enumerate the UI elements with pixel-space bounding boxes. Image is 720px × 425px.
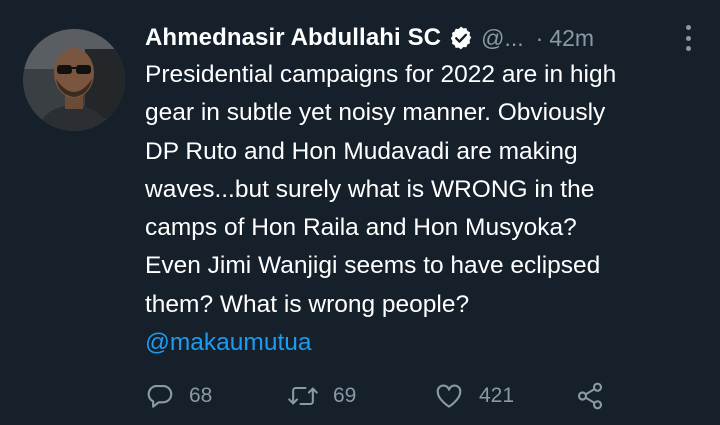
tweet-text-line: waves...but surely what is WRONG in the (145, 175, 595, 203)
tweet-actions: 68 69 421 (145, 376, 665, 416)
heart-icon (433, 381, 465, 411)
share-icon (575, 381, 605, 411)
mention-link[interactable]: @makaumutua (145, 324, 705, 362)
like-button[interactable]: 421 (433, 376, 514, 416)
author-handle[interactable]: @... (481, 25, 524, 52)
tweet-text-line: them? What is wrong people? (145, 290, 470, 318)
avatar[interactable] (23, 29, 125, 131)
share-button[interactable] (575, 376, 605, 416)
more-options-icon[interactable] (684, 25, 692, 51)
retweet-icon (287, 381, 319, 411)
reply-count: 68 (189, 384, 213, 407)
like-count: 421 (479, 384, 515, 407)
tweet-text-line: gear in subtle yet noisy manner. Obvious… (145, 99, 606, 127)
retweet-button[interactable]: 69 (287, 376, 356, 416)
reply-icon (145, 381, 175, 411)
tweet-text: Presidential campaigns for 2022 are in h… (145, 56, 705, 362)
tweet-text-line: Even Jimi Wanjigi seems to have eclipsed (145, 252, 601, 280)
reply-button[interactable]: 68 (145, 376, 212, 416)
separator-dot: · (535, 24, 544, 51)
tweet-text-line: camps of Hon Raila and Hon Musyoka? (145, 214, 577, 242)
retweet-count: 69 (333, 384, 357, 407)
tweet-text-line: Presidential campaigns for 2022 are in h… (145, 61, 617, 88)
tweet[interactable]: Ahmednasir Abdullahi SC @... · 42m Presi… (0, 0, 720, 425)
verified-badge-icon (448, 25, 474, 51)
tweet-header: Ahmednasir Abdullahi SC @... · 42m (145, 20, 700, 56)
tweet-text-line: DP Ruto and Hon Mudavadi are making (145, 137, 578, 165)
tweet-timestamp[interactable]: 42m (549, 25, 594, 52)
author-name[interactable]: Ahmednasir Abdullahi SC (145, 24, 441, 52)
